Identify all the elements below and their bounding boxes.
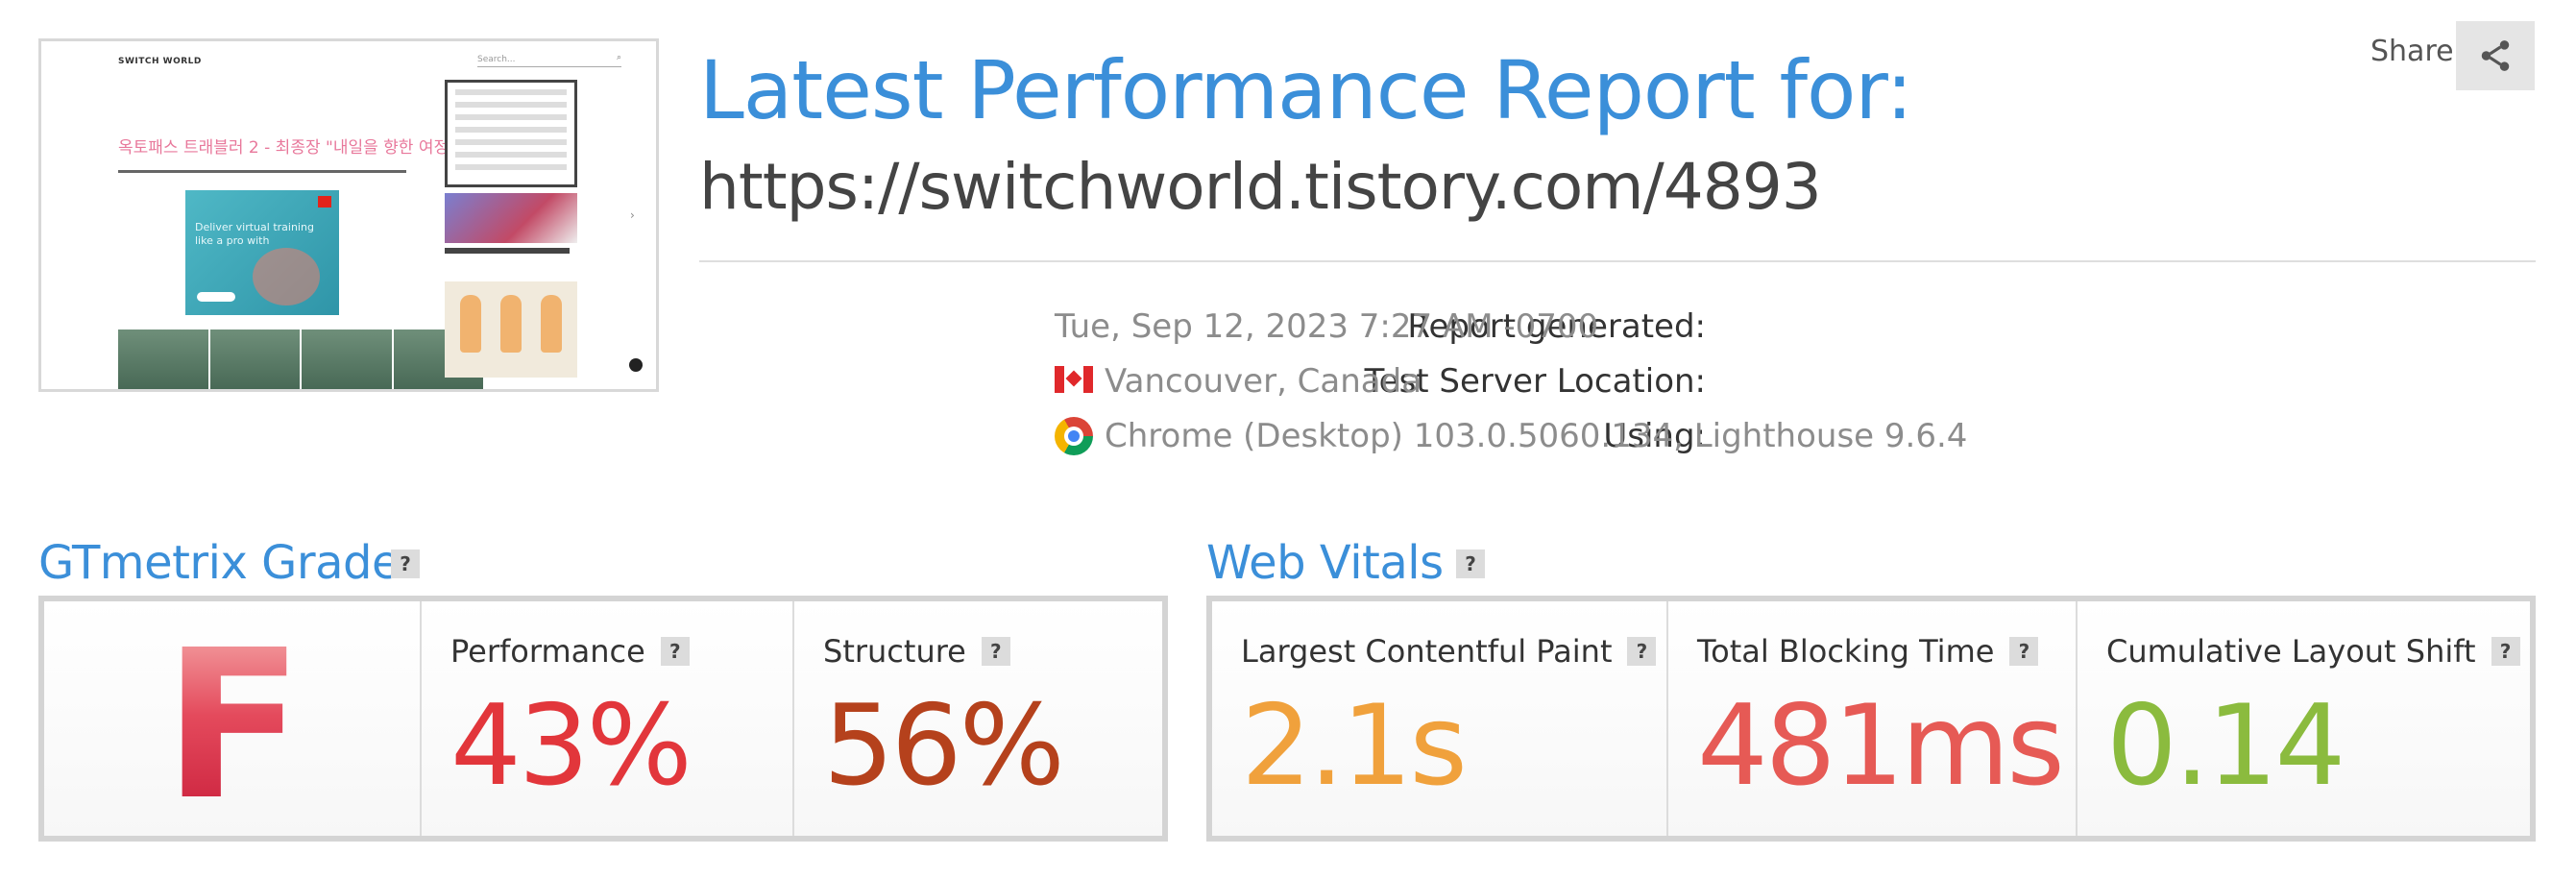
share-icon [2481, 40, 2510, 71]
sidebar-line [455, 164, 567, 170]
structure-help-icon[interactable]: ? [981, 637, 1010, 666]
cls-cell: Cumulative Layout Shift? 0.14 [2076, 601, 2530, 836]
thumbnail-sidebar-box [445, 80, 577, 187]
header-divider [699, 260, 2536, 262]
web-vitals-help-icon[interactable]: ? [1456, 549, 1485, 578]
meta-row-location: Test Server Location: Vancouver, Canada [672, 359, 2497, 403]
ad-text: Deliver virtual training like a pro with [195, 221, 314, 247]
structure-cell: Structure? 56% [792, 601, 1162, 836]
thumbnail-search-placeholder: Search... [477, 55, 516, 64]
gtmetrix-grade-heading: GTmetrix Grade [38, 536, 401, 590]
report-url[interactable]: https://switchworld.tistory.com/4893 [699, 146, 1822, 229]
chevron-right-icon: › [630, 208, 635, 222]
thumbnail-figure [460, 295, 481, 353]
thumbnail-sidebar-image [445, 193, 577, 243]
thumbnail-sidebar-image-2 [445, 281, 577, 378]
ad-button [197, 292, 235, 302]
meta-row-generated: Report generated: Tue, Sep 12, 2023 7:27… [672, 305, 2497, 349]
page-screenshot-thumbnail[interactable]: SWITCH WORLD Search... ⌕ 옥토패스 트래블러 2 - 최… [38, 38, 659, 392]
structure-value: 56% [823, 681, 1065, 811]
thumbnail-strip-image [302, 330, 392, 389]
tbt-value: 481ms [1697, 681, 2065, 811]
tbt-label-row: Total Blocking Time? [1697, 630, 2039, 672]
cls-value: 0.14 [2106, 681, 2345, 811]
performance-value: 43% [450, 681, 693, 811]
cls-label-row: Cumulative Layout Shift? [2106, 630, 2520, 672]
sidebar-line [455, 127, 567, 133]
web-vitals-heading: Web Vitals [1206, 536, 1444, 590]
performance-label-row: Performance? [450, 630, 690, 672]
lcp-value: 2.1s [1241, 681, 1468, 811]
lcp-help-icon[interactable]: ? [1627, 637, 1657, 666]
gtmetrix-grade-panel: F Performance? 43% Structure? 56% [38, 596, 1168, 842]
performance-label: Performance [450, 633, 645, 670]
grade-letter: F [163, 606, 304, 845]
chrome-icon [1055, 417, 1093, 455]
using-value: Chrome (Desktop) 103.0.5060.134, Lightho… [1105, 417, 1968, 455]
tbt-label: Total Blocking Time [1697, 633, 1995, 670]
grade-cell: F [44, 601, 420, 836]
sidebar-line [455, 89, 567, 95]
lcp-cell: Largest Contentful Paint? 2.1s [1212, 601, 1666, 836]
grade-help-icon[interactable]: ? [391, 549, 420, 578]
thumbnail-site-name: SWITCH WORLD [118, 57, 202, 66]
thumbnail-figure [500, 295, 522, 353]
test-location-value: Vancouver, Canada [1105, 362, 1422, 401]
lcp-label-row: Largest Contentful Paint? [1241, 630, 1657, 672]
share-label: Share [2370, 35, 2454, 68]
sidebar-line [455, 152, 567, 158]
ad-logo-icon [318, 196, 331, 208]
structure-label: Structure [823, 633, 966, 670]
thumbnail-scroll-dot [629, 358, 643, 372]
meta-row-using: Using: Chrome (Desktop) 103.0.5060.134, … [672, 414, 2497, 458]
lcp-label: Largest Contentful Paint [1241, 633, 1613, 670]
search-icon: ⌕ [616, 53, 621, 62]
web-vitals-panel: Largest Contentful Paint? 2.1s Total Blo… [1206, 596, 2536, 842]
thumbnail-strip-image [209, 330, 300, 389]
canada-flag-icon [1055, 366, 1093, 393]
sidebar-line [455, 139, 567, 145]
cls-help-icon[interactable]: ? [2491, 637, 2520, 666]
page-title: Latest Performance Report for: [699, 43, 1913, 137]
performance-help-icon[interactable]: ? [660, 637, 690, 666]
thumbnail-post-title: 옥토패스 트래블러 2 - 최종장 "내일을 향한 여정" [118, 138, 456, 158]
thumbnail-search: Search... ⌕ [477, 53, 621, 67]
structure-label-row: Structure? [823, 630, 1010, 672]
thumbnail-image-strip [118, 330, 483, 389]
ad-image [253, 248, 320, 305]
tbt-cell: Total Blocking Time? 481ms [1666, 601, 2076, 836]
share-button[interactable] [2456, 21, 2535, 90]
report-generated-value: Tue, Sep 12, 2023 7:27 AM -0700 [1055, 307, 1599, 346]
thumbnail-figure [541, 295, 562, 353]
sidebar-line [455, 114, 567, 120]
thumbnail-sidebar-caption [445, 248, 570, 273]
thumbnail-strip-image [118, 330, 208, 389]
cls-label: Cumulative Layout Shift [2106, 633, 2476, 670]
thumbnail-ad-banner: Deliver virtual training like a pro with [185, 190, 339, 315]
performance-cell: Performance? 43% [420, 601, 792, 836]
thumbnail-divider [118, 170, 406, 173]
sidebar-line [455, 102, 567, 108]
tbt-help-icon[interactable]: ? [2009, 637, 2039, 666]
